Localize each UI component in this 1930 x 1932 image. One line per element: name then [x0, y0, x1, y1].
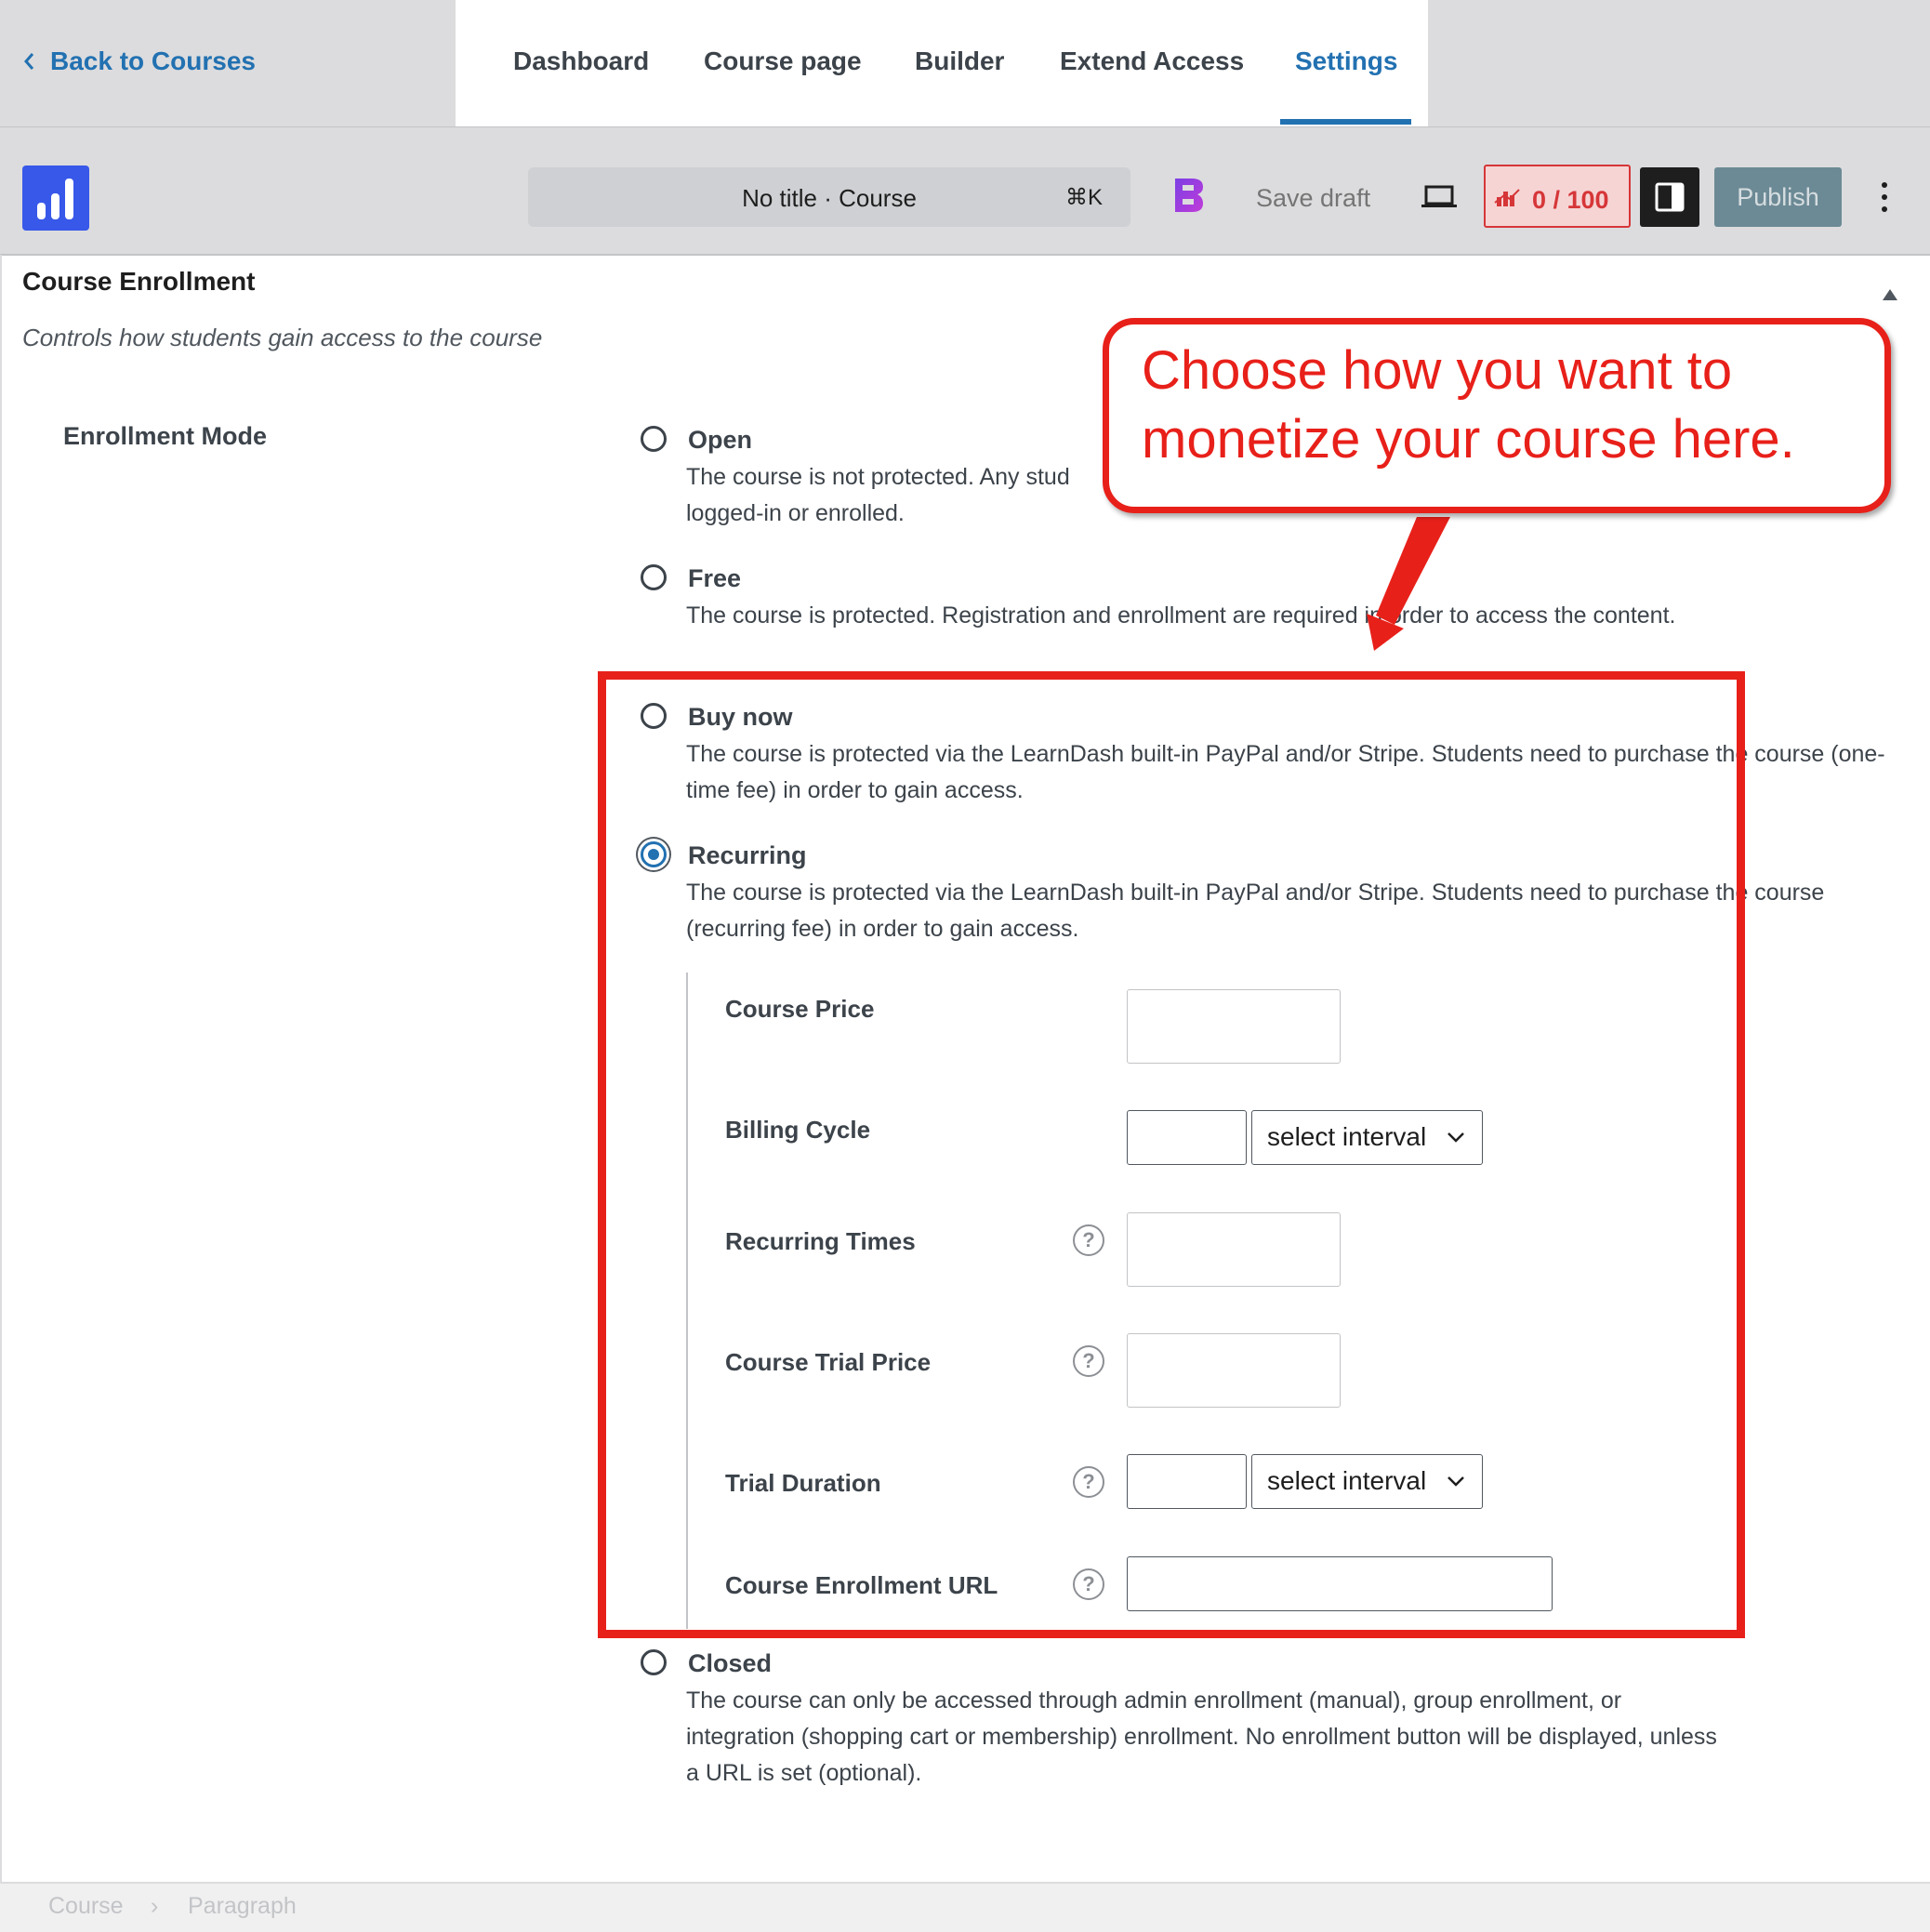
option-closed-label: Closed — [688, 1649, 773, 1677]
annotation-highlight-box — [598, 671, 1745, 1638]
option-free-label: Free — [688, 564, 742, 592]
tab-settings[interactable]: Settings — [1295, 46, 1397, 76]
bar-chart-logo-icon — [37, 179, 73, 219]
breadcrumb-course[interactable]: Course — [48, 1893, 124, 1920]
collapse-triangle-icon[interactable] — [1882, 288, 1898, 301]
more-vertical-icon[interactable] — [1878, 180, 1891, 214]
tab-builder[interactable]: Builder — [915, 46, 1004, 76]
back-label: Back to Courses — [50, 46, 256, 75]
content-left-border — [0, 255, 2, 1884]
sidebar-toggle-button[interactable] — [1640, 167, 1699, 227]
tab-dashboard[interactable]: Dashboard — [513, 46, 649, 76]
laptop-preview-icon[interactable] — [1421, 184, 1458, 210]
annotation-line-1: Choose how you want to — [1142, 340, 1733, 401]
annotation-line-2: monetize your course here. — [1142, 409, 1795, 470]
document-title[interactable]: No title · Course — [528, 184, 1130, 213]
score-chart-icon — [1494, 189, 1520, 206]
publish-button[interactable]: Publish — [1714, 167, 1842, 227]
option-open-desc-2: logged-in or enrolled. — [686, 500, 905, 526]
command-shortcut: ⌘K — [1065, 185, 1104, 210]
tab-course-page[interactable]: Course page — [704, 46, 862, 76]
seo-score-value: 0 / 100 — [1532, 186, 1609, 214]
b-block-icon[interactable] — [1173, 177, 1205, 214]
sidebar-panel-icon — [1655, 182, 1685, 212]
option-open-label: Open — [688, 426, 753, 454]
option-closed-desc: The course can only be accessed through … — [686, 1687, 1717, 1786]
section-title: Course Enrollment — [22, 267, 256, 296]
chevron-left-icon — [24, 53, 34, 70]
annotation-text: Choose how you want to monetize your cou… — [1142, 337, 1876, 474]
active-tab-indicator — [1280, 119, 1411, 125]
save-draft-button[interactable]: Save draft — [1256, 184, 1370, 213]
tab-extend-access[interactable]: Extend Access — [1060, 46, 1244, 76]
radio-closed[interactable] — [641, 1649, 667, 1675]
breadcrumb-separator: › — [151, 1893, 159, 1919]
radio-free[interactable] — [641, 564, 667, 590]
breadcrumb-paragraph[interactable]: Paragraph — [188, 1893, 297, 1920]
enrollment-mode-label: Enrollment Mode — [63, 422, 268, 450]
option-open-desc: The course is not protected. Any stud — [686, 464, 1070, 490]
option-free-desc: The course is protected. Registration an… — [686, 602, 1676, 629]
back-to-courses-link[interactable]: Back to Courses — [22, 46, 256, 76]
site-logo-icon[interactable] — [22, 165, 89, 231]
section-subtitle: Controls how students gain access to the… — [22, 324, 543, 351]
radio-open[interactable] — [641, 426, 667, 452]
